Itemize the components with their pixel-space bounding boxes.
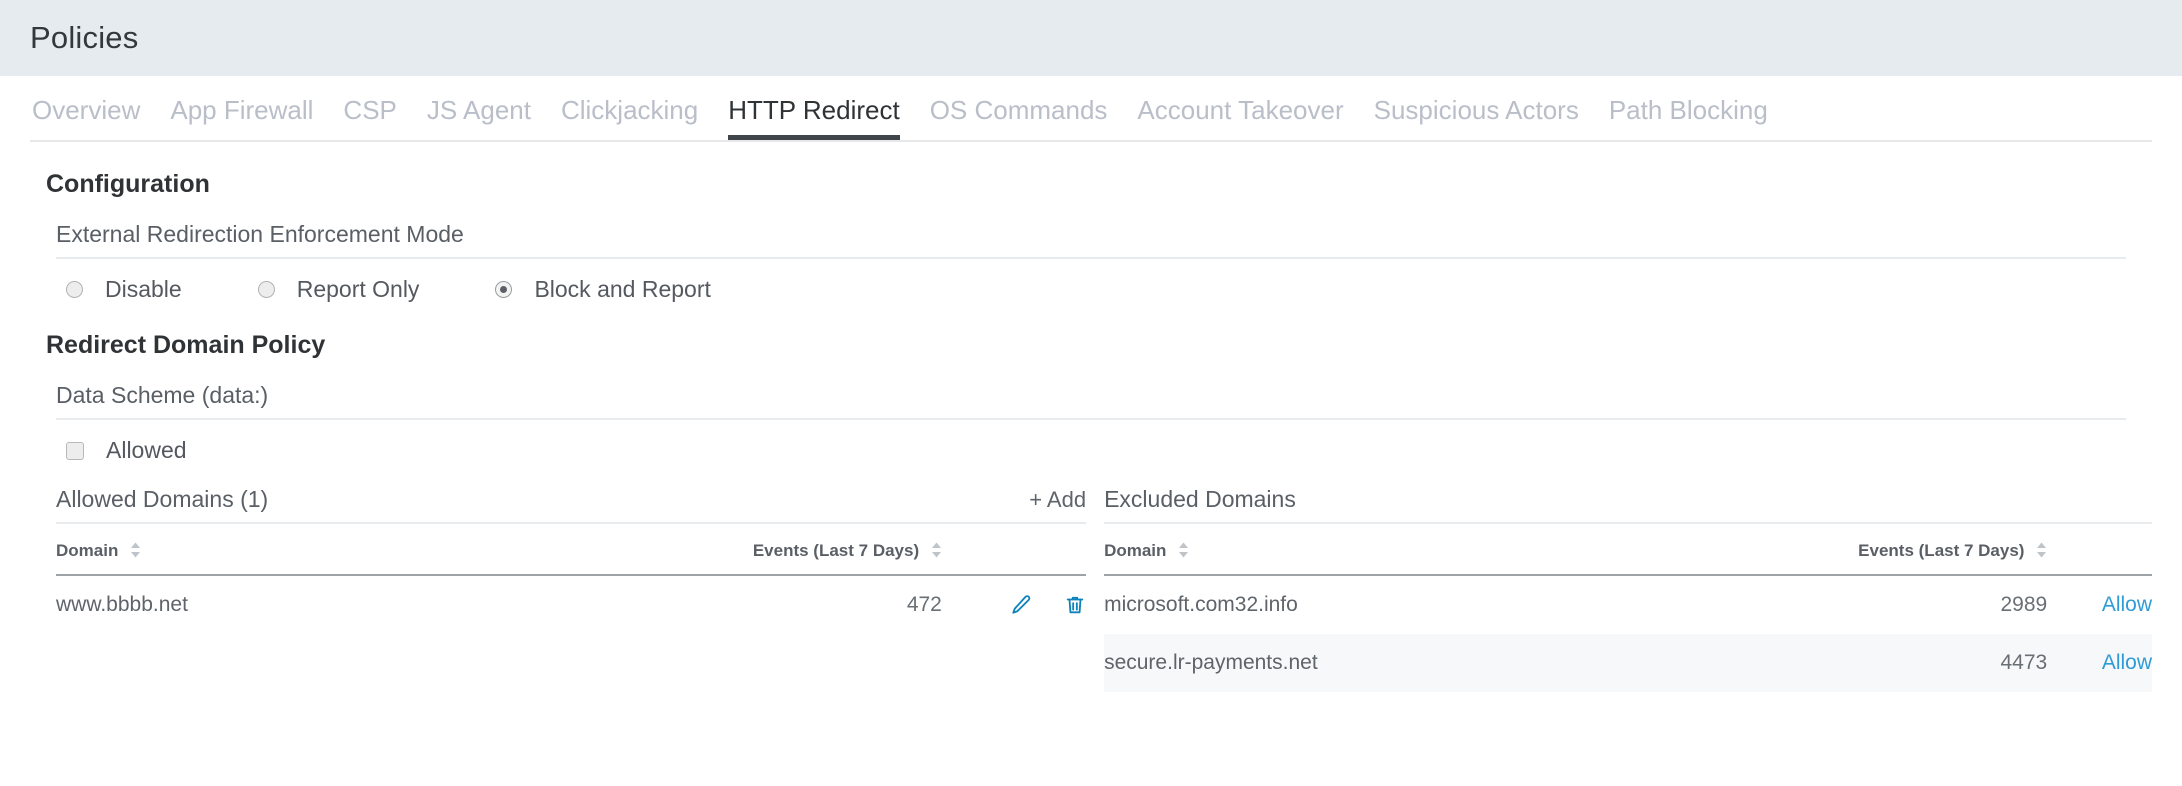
enforcement-mode-radio-group: Disable Report Only Block and Report xyxy=(66,276,2152,303)
excluded-domains-pane: Excluded Domains Domain Events (Last 7 D… xyxy=(1104,486,2152,692)
allowed-domain-actions xyxy=(942,575,1086,634)
tab-suspicious-actors[interactable]: Suspicious Actors xyxy=(1374,95,1579,140)
allow-domain-link[interactable]: Allow xyxy=(2102,651,2152,674)
enforcement-mode-label: External Redirection Enforcement Mode xyxy=(56,221,464,247)
policy-content: Configuration External Redirection Enfor… xyxy=(0,170,2182,692)
allowed-col-events[interactable]: Events (Last 7 Days) xyxy=(694,524,942,576)
excluded-domain-events: 2989 xyxy=(2000,593,2048,616)
radio-label-report-only: Report Only xyxy=(296,276,420,302)
allowed-domains-header-row: Domain Events (Last 7 Days) xyxy=(56,524,1087,576)
sort-icon-domain[interactable] xyxy=(130,542,141,558)
excluded-domains-header-row: Domain Events (Last 7 Days) xyxy=(1104,524,2152,576)
excluded-col-actions xyxy=(2047,524,2152,576)
tab-http-redirect[interactable]: HTTP Redirect xyxy=(728,95,900,140)
radio-option-disable[interactable]: Disable xyxy=(66,276,182,303)
excluded-domains-table: Domain Events (Last 7 Days) microsoft.co… xyxy=(1104,524,2152,692)
excluded-col-events-label: Events (Last 7 Days) xyxy=(1858,541,2025,560)
table-row[interactable]: www.bbbb.net 472 xyxy=(56,575,1086,634)
enforcement-mode-field: External Redirection Enforcement Mode Di… xyxy=(30,221,2152,303)
radio-icon-block-and-report[interactable] xyxy=(495,281,513,298)
table-row[interactable]: secure.lr-payments.net 4473 Allow xyxy=(1104,634,2152,692)
radio-option-report-only[interactable]: Report Only xyxy=(257,276,420,303)
allow-domain-link[interactable]: Allow xyxy=(2102,593,2152,616)
sort-icon-events[interactable] xyxy=(2036,542,2047,558)
tab-os-commands[interactable]: OS Commands xyxy=(930,95,1108,140)
tab-csp[interactable]: CSP xyxy=(343,95,396,140)
tab-app-firewall[interactable]: App Firewall xyxy=(170,95,313,140)
allowed-col-events-label: Events (Last 7 Days) xyxy=(752,541,920,560)
data-scheme-field: Data Scheme (data:) Allowed xyxy=(30,382,2152,464)
radio-option-block-and-report[interactable]: Block and Report xyxy=(495,276,711,303)
pencil-icon[interactable] xyxy=(1010,594,1032,616)
domain-tables: Allowed Domains (1) + Add Domain Events … xyxy=(30,486,2152,692)
excluded-domain-events: 4473 xyxy=(1774,634,2048,692)
sort-icon-domain[interactable] xyxy=(1178,542,1189,558)
checkbox-label-allowed: Allowed xyxy=(106,437,187,463)
allowed-domains-pane: Allowed Domains (1) + Add Domain Events … xyxy=(56,486,1087,692)
allowed-col-actions xyxy=(941,524,1087,576)
allowed-domains-table: Domain Events (Last 7 Days) www.bbbb.net… xyxy=(56,524,1087,634)
excluded-col-domain-label: Domain xyxy=(1104,541,1167,560)
excluded-domain-name: secure.lr-payments.net xyxy=(1104,634,1775,692)
tab-path-blocking[interactable]: Path Blocking xyxy=(1609,95,1768,140)
tab-overview[interactable]: Overview xyxy=(32,95,140,140)
table-row[interactable]: microsoft.com32.info 2989 Allow xyxy=(1104,575,2152,634)
data-scheme-allowed-checkbox-row[interactable]: Allowed xyxy=(66,437,2152,464)
trash-icon[interactable] xyxy=(1064,594,1086,616)
radio-icon-report-only[interactable] xyxy=(257,281,275,298)
radio-label-disable: Disable xyxy=(105,276,182,302)
tab-account-takeover[interactable]: Account Takeover xyxy=(1137,95,1343,140)
configuration-heading: Configuration xyxy=(46,170,210,198)
data-scheme-divider xyxy=(56,418,2126,420)
excluded-domain-name: microsoft.com32.info xyxy=(1104,593,1298,616)
sort-icon-events[interactable] xyxy=(931,542,942,558)
excluded-col-events[interactable]: Events (Last 7 Days) xyxy=(1774,524,2048,576)
excluded-domains-title: Excluded Domains xyxy=(1104,486,1296,512)
data-scheme-label: Data Scheme (data:) xyxy=(56,382,269,408)
excluded-domains-header: Excluded Domains xyxy=(1104,486,2152,522)
page-header: Policies xyxy=(0,0,2182,76)
policy-tabs: Overview App Firewall CSP JS Agent Click… xyxy=(0,76,2182,140)
redirect-domain-policy-heading: Redirect Domain Policy xyxy=(46,331,326,359)
tab-js-agent[interactable]: JS Agent xyxy=(427,95,531,140)
tabbar-divider xyxy=(30,140,2152,142)
allowed-col-domain-label: Domain xyxy=(56,541,119,560)
excluded-col-domain[interactable]: Domain xyxy=(1104,524,1775,576)
checkbox-icon-allowed[interactable] xyxy=(66,441,84,460)
allowed-domain-name: www.bbbb.net xyxy=(56,593,188,616)
tab-clickjacking[interactable]: Clickjacking xyxy=(561,95,698,140)
enforcement-mode-divider xyxy=(56,257,2126,259)
excluded-domain-actions: Allow xyxy=(2047,575,2152,634)
allowed-domains-header: Allowed Domains (1) + Add xyxy=(56,486,1086,522)
allowed-domain-events: 472 xyxy=(906,593,942,616)
add-allowed-domain-button[interactable]: + Add xyxy=(1029,487,1086,513)
radio-label-block-and-report: Block and Report xyxy=(534,276,711,302)
allowed-col-domain[interactable]: Domain xyxy=(56,524,695,576)
page-title: Policies xyxy=(30,20,139,55)
radio-icon-disable[interactable] xyxy=(66,281,83,298)
excluded-domain-actions: Allow xyxy=(2047,634,2152,692)
allowed-domains-title: Allowed Domains (1) xyxy=(56,486,269,512)
